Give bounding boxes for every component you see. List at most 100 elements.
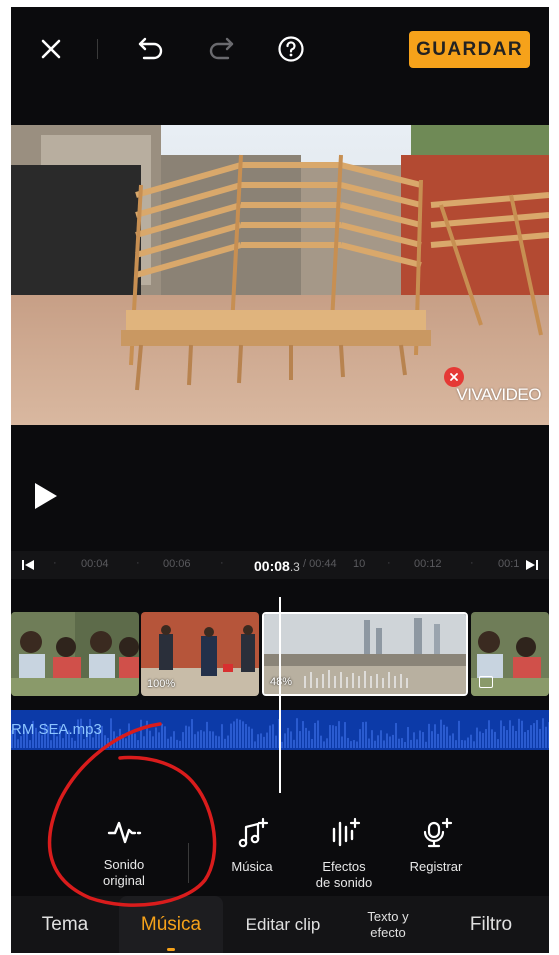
tab-musica[interactable]: Música	[119, 896, 223, 953]
video-editor-app: GUARDAR VIVAVIDEO · 00:04 · 00:06 · 00:0…	[11, 7, 549, 953]
add-music-button[interactable]: Música	[207, 807, 297, 875]
waveform-bar	[296, 718, 298, 748]
waveform-bar	[452, 733, 454, 748]
waveform-bar	[197, 731, 199, 748]
ruler-tick: 10	[353, 558, 366, 570]
waveform-bar	[200, 730, 202, 748]
waveform-bar	[209, 731, 211, 748]
active-tab-indicator	[167, 948, 175, 951]
waveform-bar	[122, 734, 124, 748]
waveform-bar	[287, 727, 289, 748]
waveform-bar	[422, 732, 424, 748]
waveform-bar	[482, 732, 484, 748]
waveform-bar	[521, 720, 523, 748]
waveform-bar	[542, 718, 544, 748]
waveform-bar	[341, 736, 343, 748]
record-button[interactable]: Registrar	[391, 807, 481, 875]
waveform-bar	[290, 731, 292, 748]
sound-effects-button[interactable]: Efectos de sonido	[299, 807, 389, 891]
selected-video-clip[interactable]: 48%	[262, 612, 468, 696]
timeline-ruler[interactable]: · 00:04 · 00:06 · 00:08.3 / 00:44 10 · 0…	[11, 551, 549, 579]
waveform-bar	[164, 726, 166, 748]
waveform-bar	[479, 731, 481, 748]
waveform-bar	[221, 724, 223, 748]
waveform-bar	[317, 720, 319, 748]
tab-filtro[interactable]: Filtro	[441, 896, 541, 953]
waveform-bar	[371, 730, 373, 748]
waveform-bar	[338, 721, 340, 748]
waveform-bar	[476, 727, 478, 748]
video-clip[interactable]	[471, 612, 549, 696]
waveform-bar	[245, 724, 247, 748]
waveform-bar	[350, 741, 352, 748]
video-preview[interactable]: VIVAVIDEO	[11, 125, 549, 425]
undo-icon[interactable]	[135, 33, 167, 65]
tab-tema[interactable]: Tema	[19, 896, 111, 953]
waveform-bar	[71, 737, 73, 748]
waveform-bar	[74, 740, 76, 748]
jump-start-icon[interactable]	[22, 560, 34, 570]
waveform-bar	[320, 735, 322, 748]
waveform-bar	[437, 733, 439, 748]
waveform-bar	[83, 739, 85, 748]
waveform-bar	[299, 731, 301, 748]
current-time: 00:08.3	[254, 558, 300, 574]
tab-editar-clip[interactable]: Editar clip	[231, 896, 335, 953]
waveform-bar	[128, 723, 130, 748]
tool-label: Registrar	[409, 859, 463, 874]
waveform-bar	[455, 740, 457, 748]
ruler-tick: 00:12	[414, 558, 442, 570]
waveform-bar	[419, 730, 421, 748]
waveform-bar	[332, 725, 334, 748]
bottom-tab-bar: Tema Música Editar clip Texto y efecto Fi…	[11, 896, 549, 953]
video-clip[interactable]	[11, 612, 139, 696]
playhead[interactable]	[279, 597, 281, 793]
waveform-bar	[107, 737, 109, 748]
waveform-bar	[224, 738, 226, 748]
waveform-bar	[473, 741, 475, 748]
waveform-bar	[398, 738, 400, 748]
original-sound-button[interactable]: Sonido original	[79, 807, 169, 889]
waveform-bar	[233, 721, 235, 748]
waveform-bar	[353, 740, 355, 748]
watermark: VIVAVIDEO	[444, 367, 541, 405]
microphone-add-icon	[423, 817, 453, 848]
waveform-bar	[449, 735, 451, 748]
clip-thumbnail	[264, 614, 466, 694]
close-icon[interactable]	[35, 33, 67, 65]
waveform-bar	[380, 730, 382, 748]
waveform-bar	[17, 739, 19, 748]
waveform-bar	[440, 719, 442, 748]
video-clip[interactable]: 100%	[141, 612, 259, 696]
waveform-bar	[506, 730, 508, 748]
waveform-bar	[281, 741, 283, 748]
waveform-bar	[179, 740, 181, 748]
save-button[interactable]: GUARDAR	[409, 31, 530, 68]
waveform-bar	[530, 725, 532, 748]
waveform-bar	[413, 732, 415, 748]
tab-texto-efecto[interactable]: Texto y efecto	[345, 896, 431, 953]
waveform-bar	[131, 733, 133, 748]
waveform-bar	[116, 736, 118, 748]
music-tools: Sonidooriginal Música Efectosde sonido	[11, 807, 549, 899]
waveform-bar	[227, 735, 229, 748]
waveform-bar	[374, 740, 376, 748]
waveform-bar	[308, 730, 310, 748]
waveform-bar	[62, 738, 64, 748]
redo-icon[interactable]	[205, 33, 237, 65]
waveform-bar	[194, 734, 196, 748]
jump-end-icon[interactable]	[526, 560, 538, 570]
waveform-bar	[140, 719, 142, 748]
clip-speed-label: 100%	[147, 678, 176, 690]
waveform-bar	[395, 723, 397, 748]
help-icon[interactable]	[275, 33, 307, 65]
waveform-bar	[230, 723, 232, 748]
ruler-dot: ·	[470, 557, 474, 569]
waveform-bar	[467, 737, 469, 748]
waveform-bar	[143, 736, 145, 748]
play-icon[interactable]	[33, 481, 59, 511]
waveform-bar	[242, 721, 244, 748]
waveform-bar	[272, 724, 274, 748]
waveform-bar	[263, 736, 265, 748]
waveform-bar	[539, 728, 541, 748]
